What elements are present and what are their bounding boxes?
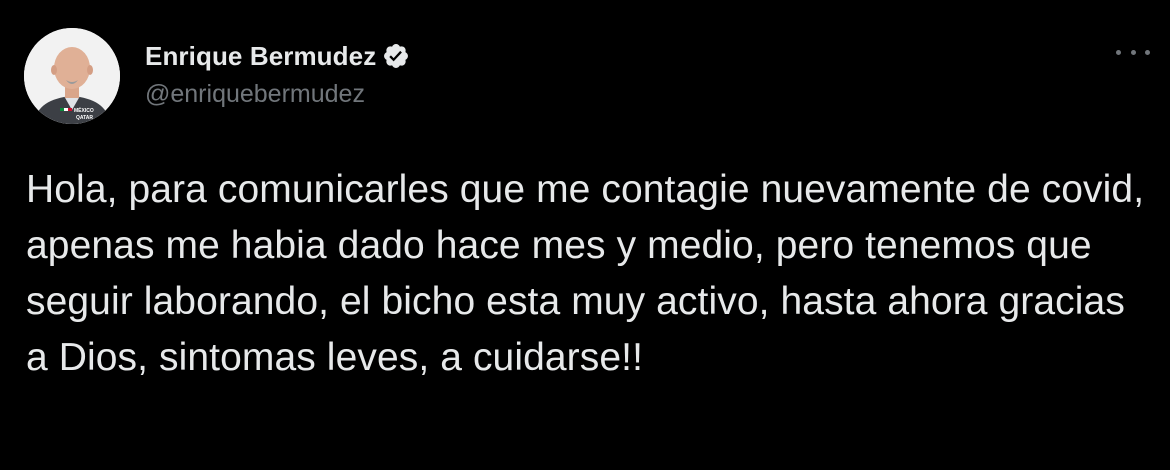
- more-dot: [1145, 49, 1150, 55]
- author-name-row: Enrique Bermudez: [145, 38, 410, 74]
- author-handle[interactable]: @enriquebermudez: [145, 80, 365, 109]
- avatar-photo-icon: MÉXICO QATAR: [24, 28, 120, 124]
- tweet-text: Hola, para comunicarles que me contagie …: [26, 168, 1156, 379]
- avatar[interactable]: MÉXICO QATAR: [24, 28, 120, 124]
- avatar-badge-text-mexico: MÉXICO: [74, 106, 94, 114]
- author-display-name[interactable]: Enrique Bermudez: [145, 41, 376, 72]
- more-dot: [1130, 49, 1136, 55]
- verified-badge-icon: [382, 42, 410, 70]
- tweet-card: MÉXICO QATAR Enrique Bermudez @enriquebe…: [0, 0, 1170, 470]
- avatar-badge-text-qatar: QATAR: [76, 115, 93, 121]
- more-dot: [1116, 49, 1121, 55]
- more-options-icon[interactable]: [1116, 40, 1150, 64]
